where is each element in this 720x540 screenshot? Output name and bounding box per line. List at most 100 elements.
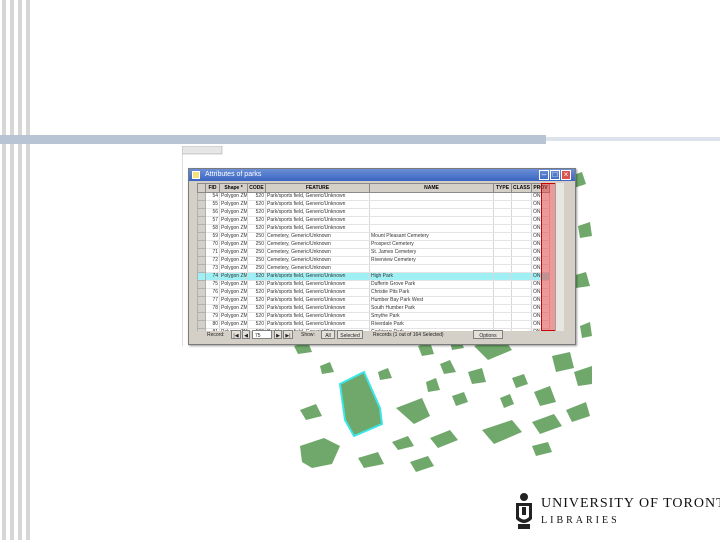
row-selector[interactable]: [197, 216, 206, 225]
table-cell: [369, 192, 494, 201]
table-cell: Smythe Park: [369, 312, 494, 321]
attributes-window[interactable]: Attributes of parks – □ × FID Shape * CODE…: [188, 168, 576, 345]
column-header-feature[interactable]: FEATURE: [265, 183, 370, 193]
table-row[interactable]: 55 Polygon ZM 520 Park/sports field, Generi…: [197, 200, 550, 209]
table-cell: Polygon ZM: [219, 256, 248, 265]
table-cell: Park/sports field, Generic/Unknown: [265, 216, 370, 225]
table-row[interactable]: 80 Polygon ZM 520 Park/sports field, Generi…: [197, 320, 550, 329]
table-cell: Polygon ZM: [219, 264, 248, 273]
table-row[interactable]: 78 Polygon ZM 520 Park/sports field, Generi…: [197, 304, 550, 313]
table-cell: Park/sports field, Generic/Unknown: [265, 304, 370, 313]
table-cell: 520: [247, 304, 266, 313]
row-selector[interactable]: [197, 288, 206, 297]
table-cell: 80: [205, 320, 220, 329]
table-cell: 75: [205, 280, 220, 289]
row-selector[interactable]: [197, 208, 206, 217]
table-row[interactable]: 73 Polygon ZM 250 Cemetery, Generic/Unknown…: [197, 264, 550, 273]
prev-record-button[interactable]: ◀: [242, 330, 250, 339]
table-cell: [493, 200, 512, 209]
table-row[interactable]: 74 Polygon ZM 520 Park/sports field, Generi…: [197, 272, 550, 281]
table-row[interactable]: 56 Polygon ZM 520 Park/sports field, Generi…: [197, 208, 550, 217]
table-row[interactable]: 59 Polygon ZM 250 Cemetery, Generic/Unknown…: [197, 232, 550, 241]
row-selector[interactable]: [197, 192, 206, 201]
maximize-icon[interactable]: □: [550, 170, 560, 180]
table-row[interactable]: 77 Polygon ZM 520 Park/sports field, Generi…: [197, 296, 550, 305]
table-cell: 250: [247, 264, 266, 273]
table-cell: Polygon ZM: [219, 320, 248, 329]
row-selector[interactable]: [197, 320, 206, 329]
last-record-button[interactable]: ▶|: [283, 330, 293, 339]
table-row[interactable]: 70 Polygon ZM 250 Cemetery, Generic/Unknown…: [197, 240, 550, 249]
table-cell: [493, 288, 512, 297]
close-icon[interactable]: ×: [561, 170, 571, 180]
row-selector[interactable]: [197, 240, 206, 249]
table-cell: [511, 232, 532, 241]
table-cell: Polygon ZM: [219, 232, 248, 241]
table-cell: Park/sports field, Generic/Unknown: [265, 272, 370, 281]
table-cell: 520: [247, 200, 266, 209]
table-row[interactable]: 54 Polygon ZM 520 Park/sports field, Generi…: [197, 192, 550, 201]
row-selector[interactable]: [197, 272, 206, 281]
table-cell: [511, 256, 532, 265]
attribute-table[interactable]: FIDShape *CODEFEATURENAMETYPECLASSPROVAR…: [197, 183, 563, 331]
table-cell: 71: [205, 248, 220, 257]
table-cell: 79: [205, 312, 220, 321]
table-cell: Park/sports field, Generic/Unknown: [265, 320, 370, 329]
table-cell: 55: [205, 200, 220, 209]
table-cell: [493, 208, 512, 217]
row-selector[interactable]: [197, 248, 206, 257]
next-record-button[interactable]: ▶: [274, 330, 282, 339]
table-cell: Cemetery, Generic/Unknown: [265, 232, 370, 241]
row-selector[interactable]: [197, 232, 206, 241]
table-cell: [511, 248, 532, 257]
table-row[interactable]: 72 Polygon ZM 250 Cemetery, Generic/Unknown…: [197, 256, 550, 265]
table-cell: 520: [247, 288, 266, 297]
table-cell: [511, 272, 532, 281]
table-cell: [493, 264, 512, 273]
table-cell: [493, 192, 512, 201]
row-selector[interactable]: [197, 296, 206, 305]
table-cell: 57: [205, 216, 220, 225]
table-row[interactable]: 71 Polygon ZM 250 Cemetery, Generic/Unknown…: [197, 248, 550, 257]
row-selector[interactable]: [197, 280, 206, 289]
row-selector[interactable]: [197, 256, 206, 265]
table-cell: 250: [247, 256, 266, 265]
row-selector[interactable]: [197, 304, 206, 313]
table-cell: [511, 200, 532, 209]
row-selector[interactable]: [197, 312, 206, 321]
table-cell: 58: [205, 224, 220, 233]
high-park-polygon: [338, 370, 384, 438]
crest-icon: [516, 493, 532, 529]
show-selected-button[interactable]: Selected: [337, 330, 363, 339]
table-cell: [493, 312, 512, 321]
table-cell: 520: [247, 296, 266, 305]
table-row[interactable]: 58 Polygon ZM 520 Park/sports field, Generi…: [197, 224, 550, 233]
column-header-shape[interactable]: Shape *: [219, 183, 248, 193]
row-selector[interactable]: [197, 264, 206, 273]
column-header-class[interactable]: CLASS: [511, 183, 532, 193]
show-all-button[interactable]: All: [321, 330, 335, 339]
table-cell: [511, 192, 532, 201]
options-button[interactable]: Options: [473, 330, 503, 339]
table-icon: [192, 171, 200, 179]
window-titlebar[interactable]: Attributes of parks – □ ×: [189, 169, 575, 181]
table-row[interactable]: 75 Polygon ZM 520 Park/sports field, Generi…: [197, 280, 550, 289]
table-row[interactable]: 76 Polygon ZM 520 Park/sports field, Generi…: [197, 288, 550, 297]
row-selector[interactable]: [197, 200, 206, 209]
table-cell: 76: [205, 288, 220, 297]
column-header-name[interactable]: NAME: [369, 183, 494, 193]
table-cell: 520: [247, 272, 266, 281]
column-header-type[interactable]: TYPE: [493, 183, 512, 193]
window-title: Attributes of parks: [205, 171, 262, 178]
records-count: Records (1 out of 164 Selected): [373, 332, 444, 338]
table-row[interactable]: 57 Polygon ZM 520 Park/sports field, Generi…: [197, 216, 550, 225]
minimize-icon[interactable]: –: [539, 170, 549, 180]
column-header-code[interactable]: CODE: [247, 183, 266, 193]
column-header-fid[interactable]: FID: [205, 183, 220, 193]
record-input[interactable]: 75: [252, 330, 272, 339]
vertical-scrollbar[interactable]: [555, 183, 564, 331]
first-record-button[interactable]: |◀: [231, 330, 241, 339]
table-cell: Polygon ZM: [219, 304, 248, 313]
table-row[interactable]: 79 Polygon ZM 520 Park/sports field, Generi…: [197, 312, 550, 321]
row-selector[interactable]: [197, 224, 206, 233]
